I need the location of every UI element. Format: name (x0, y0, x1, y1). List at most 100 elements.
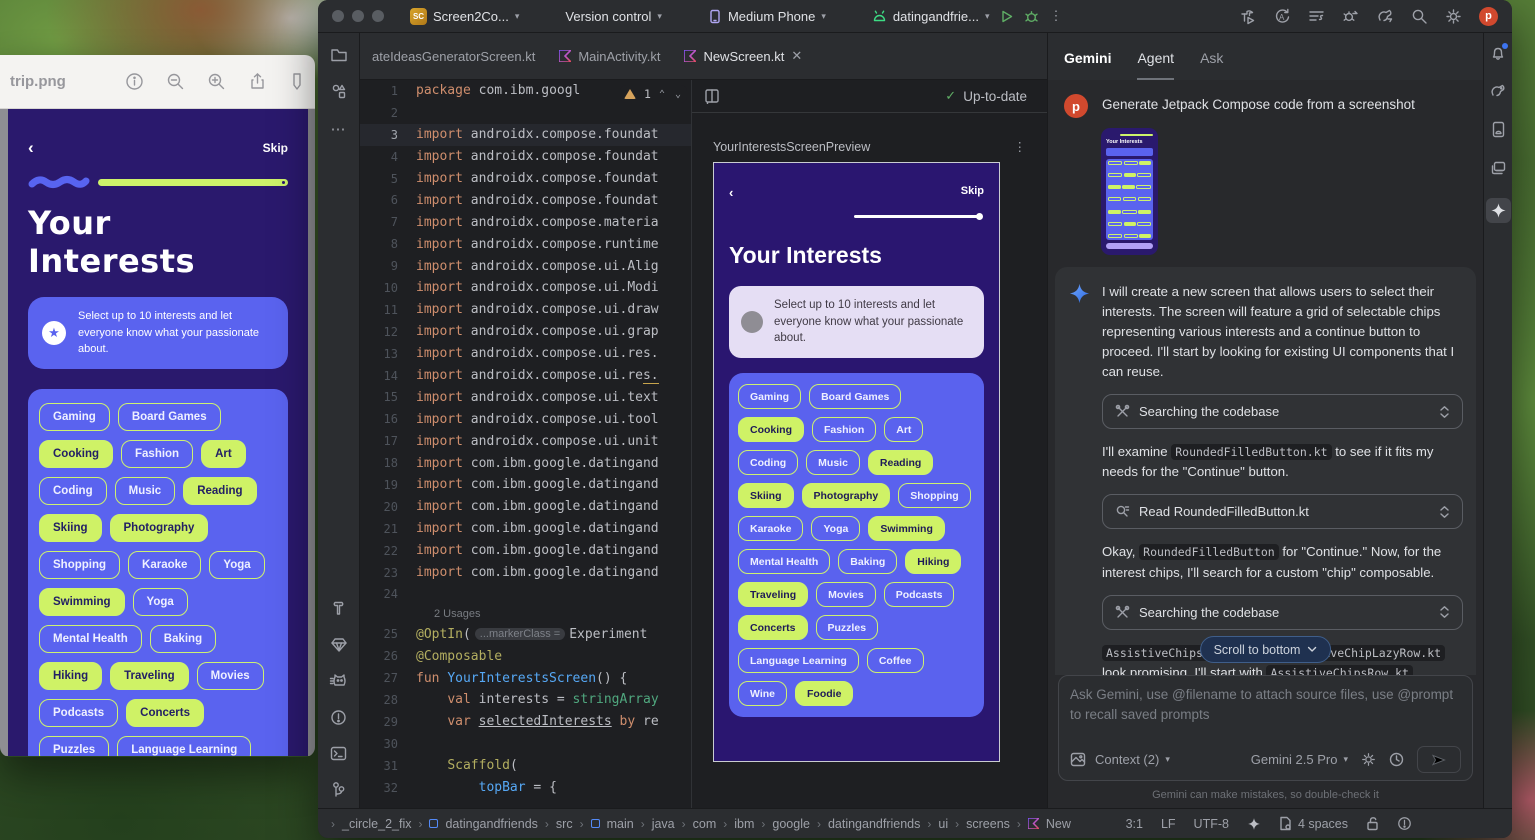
window-controls[interactable] (332, 10, 384, 22)
editor-tab[interactable]: MainActivity.kt ✕ (547, 33, 672, 79)
breadcrumb-separator-icon: › (1017, 817, 1021, 831)
ai-spark-icon[interactable] (1247, 817, 1261, 831)
gemini-disclaimer: Gemini can make mistakes, so double-chec… (1048, 781, 1483, 808)
breadcrumb-item[interactable]: › _circle_2_fix (331, 817, 411, 831)
app-quality-insights-icon[interactable] (330, 637, 348, 653)
code-line: 21import com.ibm.google.datingand (360, 518, 691, 540)
attach-debugger-icon[interactable] (1342, 8, 1359, 25)
tab-agent[interactable]: Agent (1137, 50, 1174, 80)
tool-call-searching[interactable]: Searching the codebase (1102, 595, 1463, 630)
editor-tab[interactable]: ateIdeasGeneratorScreen.kt ✕ (360, 33, 547, 79)
back-chevron-icon: ‹ (28, 139, 34, 156)
kotlin-file-icon (559, 50, 571, 62)
interest-chip: Language Learning (117, 736, 251, 757)
gradle-tool-icon[interactable] (1489, 83, 1507, 99)
breadcrumb-item[interactable]: › java (641, 817, 675, 831)
image-preview-window: trip.png ‹ Skip Your Interests ★ Select … (0, 55, 315, 757)
code-line: 8import androidx.compose.runtime (360, 233, 691, 255)
git-branch-tool-icon[interactable] (331, 781, 346, 798)
interest-chip: Baking (150, 625, 216, 653)
caret-position[interactable]: 3:1 (1126, 817, 1143, 831)
info-icon[interactable] (125, 72, 144, 91)
run-button[interactable] (999, 9, 1014, 24)
profiler-icon[interactable]: A (1274, 8, 1291, 25)
terminal-tool-icon[interactable] (330, 746, 347, 761)
editor-tab[interactable]: NewScreen.kt ✕ (672, 33, 814, 79)
run-config-selector[interactable]: datingandfrie...▾ (872, 9, 990, 24)
prompt-input[interactable] (1070, 685, 1461, 746)
write-access-lock-icon[interactable] (1366, 816, 1379, 831)
problems-tool-icon[interactable] (330, 709, 347, 726)
debug-button[interactable] (1024, 9, 1039, 24)
tool-call-searching[interactable]: Searching the codebase (1102, 394, 1463, 429)
logcat-tool-icon[interactable] (329, 673, 348, 689)
highlighting-level-icon[interactable] (1397, 816, 1412, 831)
interest-chip: Music (115, 477, 176, 505)
todo-list-icon[interactable] (1308, 8, 1325, 25)
model-selector[interactable]: Gemini 2.5 Pro▾ (1251, 752, 1348, 767)
indent-widget[interactable]: 4 spaces (1279, 816, 1348, 831)
breadcrumb-item[interactable]: › src (545, 817, 573, 831)
prev-next-problem-chevrons[interactable]: ⌃ ⌄ (659, 89, 683, 100)
code-line: 4import androidx.compose.foundat (360, 146, 691, 168)
line-ending[interactable]: LF (1161, 817, 1176, 831)
interest-chip: Wine (738, 681, 787, 706)
file-search-icon (1115, 504, 1130, 519)
build-tool-icon[interactable] (330, 600, 347, 617)
zoom-in-icon[interactable] (207, 72, 226, 91)
breadcrumb-item[interactable]: › screens (955, 817, 1010, 831)
gemini-settings-gear-icon[interactable] (1361, 752, 1376, 767)
project-widget[interactable]: SC Screen2Co...▾ (410, 8, 519, 25)
breadcrumb-item[interactable]: › New (1017, 817, 1071, 831)
device-manager-icon[interactable] (1491, 121, 1506, 138)
device-selector[interactable]: Medium Phone▾ (708, 9, 826, 24)
preview-kebab-icon[interactable]: ⋮ (1014, 139, 1028, 154)
tab-close-icon[interactable]: ✕ (791, 48, 802, 64)
search-everywhere-icon[interactable] (1411, 8, 1428, 25)
vcs-widget[interactable]: Version control▾ (565, 9, 662, 24)
more-actions-kebab[interactable]: ⋮ (1049, 8, 1062, 24)
zoom-out-icon[interactable] (166, 72, 185, 91)
context-dropdown[interactable]: Context (2)▾ (1095, 752, 1170, 767)
response-paragraph: I'll examine RoundedFilledButton.kt to s… (1102, 442, 1463, 482)
tools-icon (1115, 404, 1130, 419)
markup-pencil-icon[interactable] (289, 72, 305, 91)
code-line: 23import com.ibm.google.datingand (360, 562, 691, 584)
breadcrumb-item[interactable]: › datingandfriends (817, 817, 920, 831)
share-icon[interactable] (248, 72, 267, 91)
interest-chip: Skiing (39, 514, 102, 542)
breadcrumb-item[interactable]: › ui (927, 817, 948, 831)
notifications-bell-icon[interactable] (1490, 45, 1506, 61)
breadcrumb-item[interactable]: › main (580, 817, 634, 831)
interest-chip: Concerts (738, 615, 808, 640)
screenshot-thumbnail[interactable]: Your Interests (1101, 128, 1158, 255)
settings-gear-icon[interactable] (1445, 8, 1462, 25)
tab-ask[interactable]: Ask (1200, 50, 1223, 80)
history-clock-icon[interactable] (1389, 752, 1404, 767)
preview-name[interactable]: YourInterestsScreenPreview (713, 140, 870, 154)
interest-chip: Art (884, 417, 923, 442)
more-tools-icon[interactable]: ⋯ (331, 120, 347, 138)
commit-tool-icon[interactable] (330, 83, 347, 100)
project-tool-icon[interactable] (330, 47, 348, 63)
usages-hint[interactable]: 2 Usages (360, 605, 691, 623)
breadcrumb-item[interactable]: › ibm (723, 817, 754, 831)
inspections-widget[interactable]: 1 ⌃ ⌄ (620, 85, 687, 103)
breadcrumb-item[interactable]: › datingandfriends (418, 817, 537, 831)
user-avatar[interactable]: p (1479, 7, 1498, 26)
attach-image-icon[interactable] (1070, 752, 1086, 767)
send-button[interactable] (1417, 746, 1461, 773)
gradle-sync-icon[interactable] (1376, 8, 1394, 24)
build-variants-icon[interactable] (1490, 160, 1507, 176)
build-run-icon[interactable] (1240, 8, 1257, 25)
breadcrumb-item[interactable]: › com (682, 817, 717, 831)
code-line: 27fun YourInterestsScreen() { (360, 667, 691, 689)
scroll-to-bottom-button[interactable]: Scroll to bottom (1200, 636, 1332, 663)
layout-mode-icon[interactable] (704, 88, 720, 104)
tool-call-read-file[interactable]: Read RoundedFilledButton.kt (1102, 494, 1463, 529)
file-encoding[interactable]: UTF-8 (1194, 817, 1229, 831)
interest-chip: Language Learning (738, 648, 859, 673)
code-editor[interactable]: 1 ⌃ ⌄ 1package com.ibm.googl23import and… (360, 80, 692, 808)
breadcrumb-item[interactable]: › google (761, 817, 810, 831)
gemini-tool-icon[interactable] (1486, 198, 1511, 223)
